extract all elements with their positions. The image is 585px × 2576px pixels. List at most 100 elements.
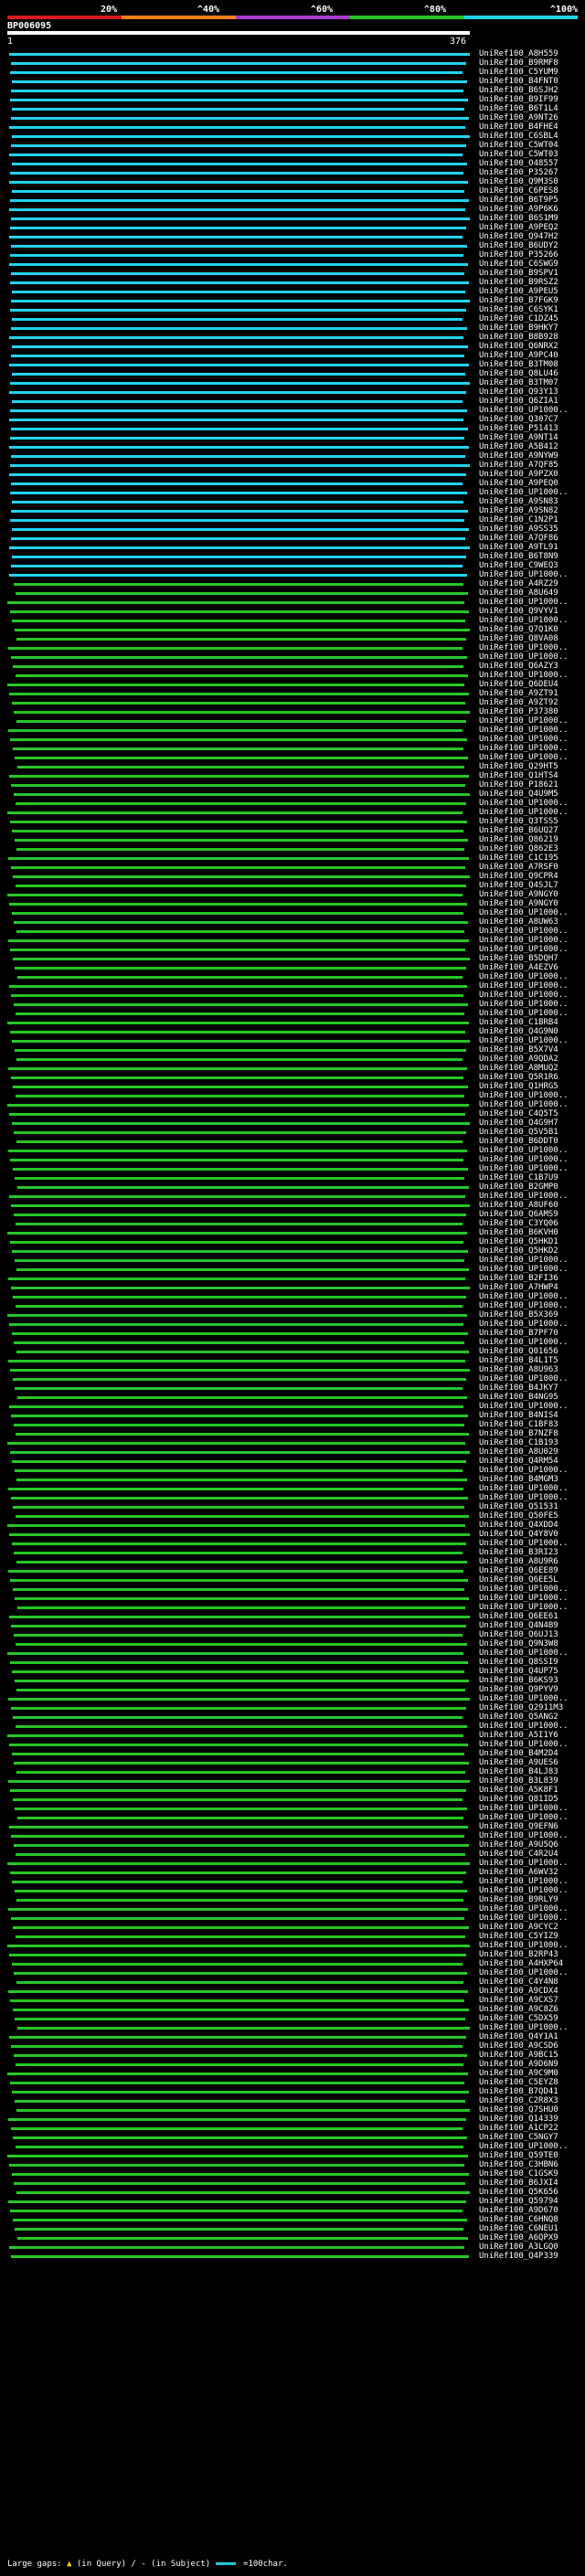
- hit-row[interactable]: UniRef100_B4MGM3: [0, 1475, 585, 1484]
- hit-row[interactable]: UniRef100_P18621: [0, 780, 585, 790]
- hit-row[interactable]: UniRef100_B4NG95: [0, 1393, 585, 1402]
- hit-label[interactable]: UniRef100_B7FGK9: [479, 296, 558, 305]
- alignment-bar[interactable]: [13, 665, 463, 668]
- hit-row[interactable]: UniRef100_C5WT03: [0, 150, 585, 159]
- hit-label[interactable]: UniRef100_C5WT03: [479, 150, 558, 159]
- hit-label[interactable]: UniRef100_UP1000..: [479, 2023, 569, 2032]
- hit-label[interactable]: UniRef100_B4NIS4: [479, 1411, 558, 1420]
- hit-label[interactable]: UniRef100_B3TM07: [479, 378, 558, 387]
- hit-row[interactable]: UniRef100_P37380: [0, 707, 585, 716]
- hit-label[interactable]: UniRef100_Q4SJL7: [479, 881, 558, 890]
- alignment-bar[interactable]: [9, 574, 467, 577]
- hit-row[interactable]: UniRef100_UP1000..: [0, 2023, 585, 2032]
- hit-row[interactable]: UniRef100_Q5V5B1: [0, 1128, 585, 1137]
- alignment-bar[interactable]: [13, 1926, 469, 1929]
- hit-row[interactable]: UniRef100_UP1000..: [0, 1036, 585, 1045]
- alignment-bar[interactable]: [8, 1908, 468, 1911]
- hit-row[interactable]: UniRef100_A1CP22: [0, 2124, 585, 2133]
- hit-row[interactable]: UniRef100_B9RLY9: [0, 1895, 585, 1904]
- hit-label[interactable]: UniRef100_Q4G9N0: [479, 1027, 558, 1036]
- alignment-bar[interactable]: [16, 1725, 467, 1728]
- hit-row[interactable]: UniRef100_UP1000..: [0, 1164, 585, 1173]
- alignment-bar[interactable]: [15, 2018, 465, 2020]
- alignment-bar[interactable]: [15, 1890, 467, 1892]
- alignment-bar[interactable]: [9, 391, 466, 394]
- hit-row[interactable]: UniRef100_C3HBN6: [0, 2160, 585, 2169]
- hit-label[interactable]: UniRef100_B3L839: [479, 1776, 558, 1786]
- hit-label[interactable]: UniRef100_C3HBN6: [479, 2160, 558, 2169]
- hit-row[interactable]: UniRef100_Q5HKD2: [0, 1246, 585, 1256]
- hit-row[interactable]: UniRef100_C3YQ06: [0, 1219, 585, 1228]
- hit-row[interactable]: UniRef100_Q51531: [0, 1502, 585, 1511]
- hit-row[interactable]: UniRef100_UP1000..: [0, 643, 585, 652]
- alignment-bar[interactable]: [11, 784, 465, 787]
- alignment-bar[interactable]: [9, 985, 467, 988]
- hit-label[interactable]: UniRef100_UP1000..: [479, 1036, 569, 1045]
- hit-row[interactable]: UniRef100_B5X369: [0, 1310, 585, 1320]
- alignment-bar[interactable]: [12, 1542, 466, 1545]
- hit-row[interactable]: UniRef100_C5DX59: [0, 2014, 585, 2023]
- hit-row[interactable]: UniRef100_Q4P339: [0, 2252, 585, 2261]
- hit-row[interactable]: UniRef100_Q6EE61: [0, 1612, 585, 1621]
- hit-label[interactable]: UniRef100_UP1000..: [479, 1100, 569, 1109]
- hit-row[interactable]: UniRef100_A9PEQ2: [0, 223, 585, 232]
- hit-row[interactable]: UniRef100_B9RMF8: [0, 58, 585, 68]
- hit-label[interactable]: UniRef100_B9HKY7: [479, 323, 558, 333]
- alignment-bar[interactable]: [13, 2009, 469, 2011]
- alignment-bar[interactable]: [13, 1086, 468, 1088]
- alignment-bar[interactable]: [14, 921, 468, 924]
- hit-label[interactable]: UniRef100_Q862E3: [479, 844, 558, 853]
- hit-row[interactable]: UniRef100_B3TM07: [0, 378, 585, 387]
- hit-row[interactable]: UniRef100_UP1000..: [0, 744, 585, 753]
- alignment-bar[interactable]: [10, 2210, 463, 2212]
- hit-row[interactable]: UniRef100_UP1000..: [0, 1192, 585, 1201]
- hit-label[interactable]: UniRef100_Q6UJ13: [479, 1630, 558, 1639]
- hit-label[interactable]: UniRef100_A9UES6: [479, 1758, 558, 1767]
- hit-label[interactable]: UniRef100_A8MUQ2: [479, 1064, 558, 1073]
- alignment-bar[interactable]: [16, 1268, 469, 1271]
- alignment-bar[interactable]: [8, 2118, 466, 2121]
- alignment-bar[interactable]: [16, 720, 466, 723]
- hit-row[interactable]: UniRef100_A9PEU5: [0, 287, 585, 296]
- alignment-bar[interactable]: [7, 1104, 469, 1107]
- hit-row[interactable]: UniRef100_O48557: [0, 159, 585, 168]
- alignment-bar[interactable]: [14, 711, 470, 714]
- hit-label[interactable]: UniRef100_B4NG95: [479, 1393, 558, 1402]
- hit-label[interactable]: UniRef100_C1B193: [479, 1438, 558, 1447]
- hit-label[interactable]: UniRef100_A9P6K6: [479, 205, 558, 214]
- alignment-bar[interactable]: [10, 437, 464, 440]
- hit-row[interactable]: UniRef100_Q4SJL7: [0, 881, 585, 890]
- hit-row[interactable]: UniRef100_UP1000..: [0, 808, 585, 817]
- alignment-bar[interactable]: [10, 1241, 463, 1244]
- hit-row[interactable]: UniRef100_UP1000..: [0, 1859, 585, 1868]
- hit-label[interactable]: UniRef100_UP1000..: [479, 1740, 569, 1749]
- alignment-bar[interactable]: [10, 1369, 470, 1372]
- alignment-bar[interactable]: [12, 163, 467, 165]
- alignment-bar[interactable]: [12, 1881, 463, 1883]
- hit-row[interactable]: UniRef100_UP1000..: [0, 1484, 585, 1493]
- alignment-bar[interactable]: [12, 912, 463, 915]
- alignment-bar[interactable]: [14, 1762, 469, 1765]
- hit-row[interactable]: UniRef100_Q93Y13: [0, 387, 585, 397]
- hit-row[interactable]: UniRef100_A9D670: [0, 2206, 585, 2215]
- hit-row[interactable]: UniRef100_Q6EE89: [0, 1566, 585, 1575]
- alignment-bar[interactable]: [12, 1963, 463, 1966]
- hit-label[interactable]: UniRef100_Q7Q1K0: [479, 625, 558, 634]
- alignment-bar[interactable]: [15, 629, 470, 631]
- alignment-bar[interactable]: [8, 1780, 470, 1783]
- hit-row[interactable]: UniRef100_UP1000..: [0, 972, 585, 981]
- hit-label[interactable]: UniRef100_C6PES8: [479, 186, 558, 196]
- hit-row[interactable]: UniRef100_A9CSD6: [0, 2041, 585, 2051]
- alignment-bar[interactable]: [10, 281, 469, 284]
- hit-row[interactable]: UniRef100_B3TM08: [0, 360, 585, 369]
- alignment-bar[interactable]: [16, 1771, 465, 1774]
- hit-label[interactable]: UniRef100_O48557: [479, 159, 558, 168]
- hit-label[interactable]: UniRef100_Q4XDD4: [479, 1521, 558, 1530]
- hit-row[interactable]: UniRef100_UP1000..: [0, 981, 585, 991]
- hit-label[interactable]: UniRef100_B6KS93: [479, 1676, 558, 1685]
- hit-label[interactable]: UniRef100_A9SN82: [479, 506, 558, 515]
- hit-row[interactable]: UniRef100_C1C195: [0, 853, 585, 863]
- alignment-bar[interactable]: [9, 1616, 470, 1618]
- hit-label[interactable]: UniRef100_UP1000..: [479, 1813, 569, 1822]
- alignment-bar[interactable]: [11, 1076, 463, 1079]
